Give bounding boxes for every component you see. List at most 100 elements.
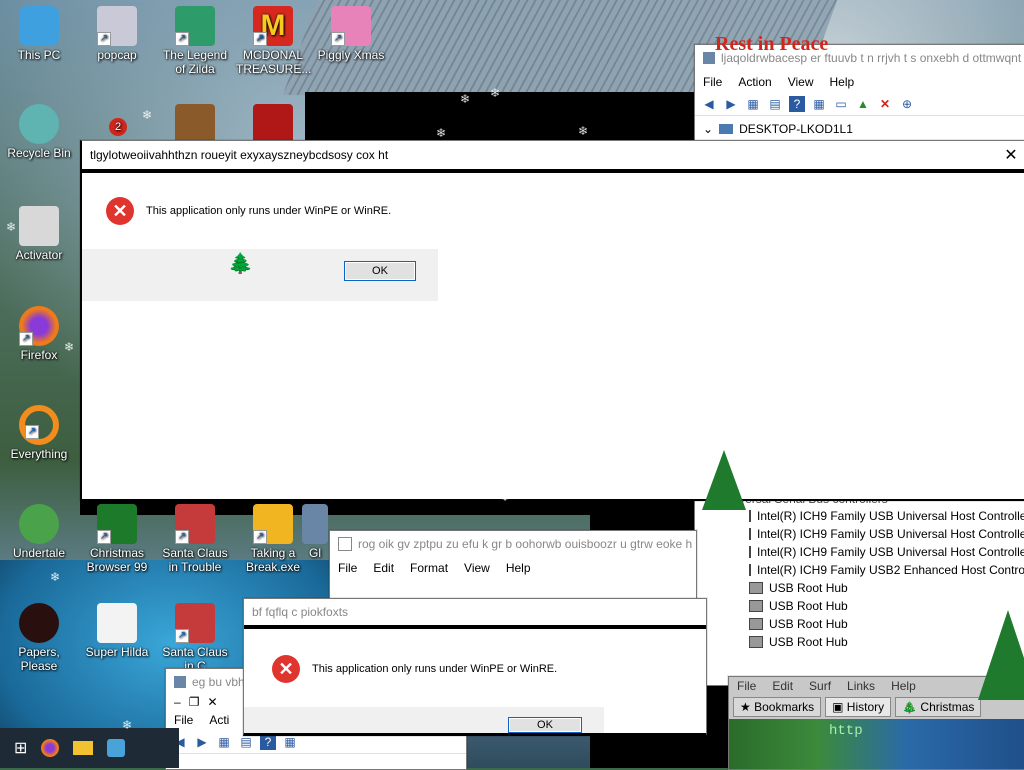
monitor-icon[interactable]: ▭ — [833, 96, 849, 112]
ok-button[interactable]: OK — [344, 261, 416, 281]
snowflake-icon: ❄ — [500, 490, 511, 504]
firefox-taskbar-icon[interactable] — [41, 739, 60, 757]
activator-icon — [19, 206, 59, 246]
menu-format[interactable]: Format — [410, 561, 448, 575]
desktop-icon-santa-c[interactable]: ↗ Santa Claus in C — [158, 603, 232, 673]
download-icon[interactable]: ⊕ — [899, 96, 915, 112]
list-item[interactable]: Intel(R) ICH9 Family USB2 Enhanced Host … — [705, 561, 1024, 579]
menu-help[interactable]: Help — [506, 561, 531, 575]
menu-view[interactable]: View — [464, 561, 490, 575]
close-icon[interactable]: ✕ — [207, 695, 217, 709]
menu-edit[interactable]: Edit — [373, 561, 394, 575]
windows-start-icon[interactable]: ⊞ — [14, 738, 27, 758]
help-icon[interactable]: ? — [789, 96, 805, 112]
list-item[interactable]: USB Root Hub — [705, 633, 1024, 651]
desktop-icon-zilda[interactable]: ↗ The Legend of Zilda — [158, 6, 232, 76]
error-dialog-titlebar[interactable]: tlgylotweoiivahhthzn roueyit exyxaysznеy… — [82, 141, 1024, 173]
desktop-icon-gl[interactable]: Gl — [300, 504, 330, 560]
file-explorer-icon[interactable] — [73, 741, 94, 755]
zilda-icon: ↗ — [175, 6, 215, 46]
menu-edit[interactable]: Edit — [772, 679, 793, 693]
menu-view[interactable]: View — [788, 75, 814, 89]
list-icon[interactable]: ▤ — [767, 96, 783, 112]
desktop-icon-super-hilda[interactable]: Super Hilda — [80, 603, 154, 659]
tree-root[interactable]: ⌄ DESKTOP-LKOD1L1 — [703, 120, 1017, 138]
angry-bird-icon — [175, 104, 215, 144]
restore-icon[interactable]: ❐ — [189, 695, 200, 709]
notepad-icon — [338, 537, 352, 551]
break-icon: ↗ — [253, 504, 293, 544]
export-icon[interactable]: ▤ — [238, 734, 254, 750]
view-icon[interactable]: ▦ — [282, 734, 298, 750]
list-item[interactable]: USB Root Hub — [705, 615, 1024, 633]
christmas-tree-icon — [702, 450, 746, 510]
list-item[interactable]: Intel(R) ICH9 Family USB Universal Host … — [705, 525, 1024, 543]
usb-icon — [749, 546, 751, 558]
menu-file[interactable]: File — [338, 561, 357, 575]
error-dialog-2-titlebar[interactable]: bf fqflq c piokfoxts — [244, 599, 706, 629]
snowflake-icon: ❄ — [50, 570, 61, 584]
error-dialog[interactable]: tlgylotweoiivahhthzn roueyit exyxaysznеy… — [80, 140, 1024, 501]
everything-icon: ↗ — [19, 405, 59, 445]
super-hilda-icon — [97, 603, 137, 643]
properties-icon[interactable]: ▦ — [745, 96, 761, 112]
list-item[interactable]: Intel(R) ICH9 Family USB Universal Host … — [705, 543, 1024, 561]
menu-file[interactable]: File — [174, 713, 193, 727]
back-arrow-icon[interactable]: ◀ — [701, 96, 717, 112]
error-icon: ✕ — [106, 197, 134, 225]
desktop-icon-everything[interactable]: ↗ Everything — [2, 405, 76, 461]
snowflake-icon: ❄ — [490, 86, 501, 100]
computer-icon — [719, 124, 734, 134]
list-item[interactable]: USB Root Hub — [705, 579, 1024, 597]
menu-action[interactable]: Action — [738, 75, 771, 89]
desktop-icon-recycle-bin[interactable]: Recycle Bin — [2, 104, 76, 160]
device-manager-menubar: File Action View Help — [695, 71, 1024, 93]
desktop-icon-this-pc[interactable]: This PC — [2, 6, 76, 62]
desktop-icon-popcap[interactable]: ↗ popcap — [80, 6, 154, 62]
santa-icon: ↗ — [175, 504, 215, 544]
list-item[interactable]: USB Root Hub — [705, 597, 1024, 615]
uninstall-icon[interactable]: ✕ — [877, 96, 893, 112]
notepad-titlebar[interactable]: rog oik gv zptpu zu efu k gr b oohorwb o… — [330, 531, 696, 557]
error-dialog-2[interactable]: bf fqflq c piokfoxts ✕ This application … — [243, 598, 707, 736]
pig-icon: ↗ — [331, 6, 371, 46]
desktop-icon-activator[interactable]: Activator — [2, 206, 76, 262]
menu-file[interactable]: File — [703, 75, 722, 89]
add-driver-icon[interactable]: ▲ — [855, 96, 871, 112]
tab-christmas[interactable]: 🎄 Christmas — [895, 697, 982, 717]
desktop-icon-piggly-xmas[interactable]: ↗ Piggly Xmas — [314, 6, 388, 62]
menu-surf[interactable]: Surf — [809, 679, 831, 693]
close-icon[interactable]: ✕ — [996, 145, 1024, 165]
error-message: This application only runs under WinPE o… — [146, 205, 392, 217]
desktop-icon-mcdonal[interactable]: M ↗ MCDONAL TREASURE... — [236, 6, 311, 76]
list-item[interactable]: Intel(R) ICH9 Family USB Universal Host … — [705, 507, 1024, 525]
usb-icon — [749, 636, 763, 648]
error-message-row: ✕ This application only runs under WinPE… — [106, 197, 391, 225]
forward-arrow-icon[interactable]: ▶ — [194, 734, 210, 750]
menu-action[interactable]: Acti — [209, 713, 229, 727]
desktop-icon-undertale[interactable]: Undertale — [2, 504, 76, 560]
desktop-icon-taking-a-break[interactable]: ↗ Taking a Break.exe — [236, 504, 310, 574]
view-icon[interactable]: ▦ — [811, 96, 827, 112]
desktop-icon-christmas-browser[interactable]: ↗ Christmas Browser 99 — [80, 504, 154, 574]
help-icon[interactable]: ? — [260, 734, 276, 750]
snowflake-icon: ❄ — [64, 340, 75, 354]
desktop-icon-santa-trouble[interactable]: ↗ Santa Claus in Trouble — [158, 504, 232, 574]
usb-icon — [749, 528, 751, 540]
menu-help[interactable]: Help — [891, 679, 916, 693]
snowflake-icon: ❄ — [6, 220, 17, 234]
error-message: This application only runs under WinPE o… — [312, 663, 558, 675]
christmas-tree-icon — [978, 610, 1024, 700]
menu-file[interactable]: File — [737, 679, 756, 693]
desktop-icon-papers-please[interactable]: Papers, Please — [2, 603, 76, 673]
app-taskbar-icon[interactable] — [107, 739, 126, 757]
menu-links[interactable]: Links — [847, 679, 875, 693]
forward-arrow-icon[interactable]: ▶ — [723, 96, 739, 112]
properties-icon[interactable]: ▦ — [216, 734, 232, 750]
minimize-icon[interactable]: – — [174, 695, 181, 709]
menu-help[interactable]: Help — [830, 75, 855, 89]
ok-button[interactable]: OK — [508, 717, 582, 733]
tab-history[interactable]: ▣ History — [825, 697, 892, 717]
tab-bookmarks[interactable]: ★ Bookmarks — [733, 697, 822, 717]
usb-device-list: ⌄ Universal Serial Bus controllers Intel… — [705, 491, 1024, 651]
